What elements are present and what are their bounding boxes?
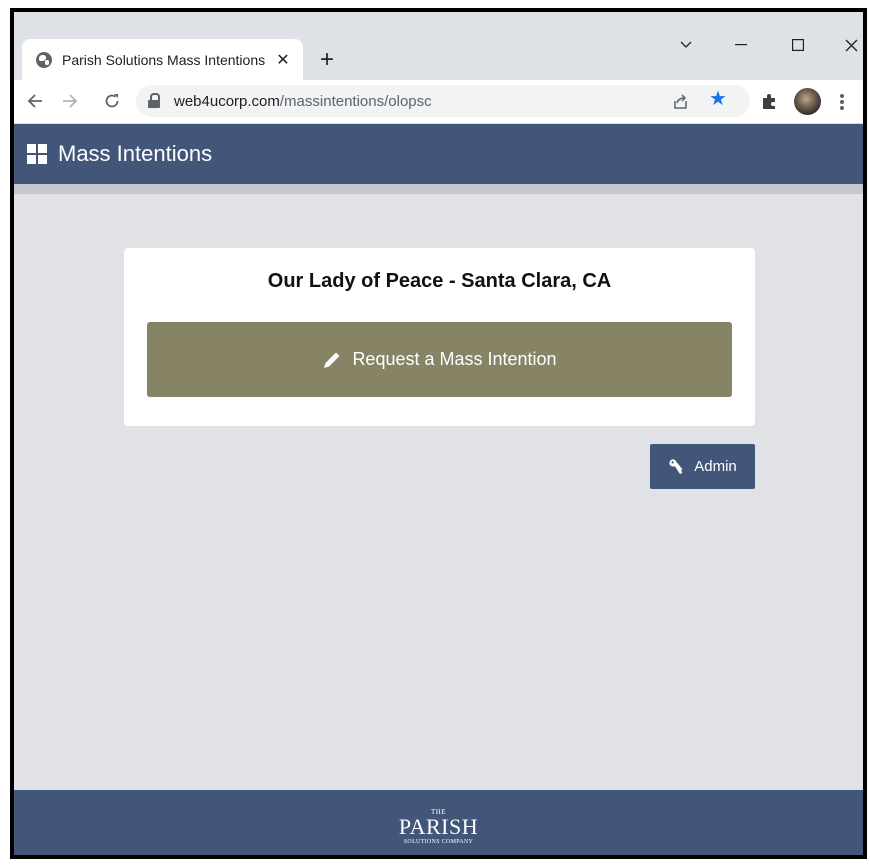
request-button-label: Request a Mass Intention <box>352 349 557 369</box>
maximize-icon[interactable] <box>778 32 818 58</box>
browser-toolbar: web4ucorp.com /massintentions/olopsc ★ <box>14 80 863 124</box>
forward-arrow-icon[interactable] <box>55 86 85 116</box>
plus-icon[interactable]: + <box>313 46 341 74</box>
close-icon[interactable]: ✕ <box>271 48 295 72</box>
request-mass-intention-button[interactable]: Request a Mass Intention <box>147 322 732 397</box>
key-icon <box>669 458 683 474</box>
parish-solutions-logo: THE PARISH SOLUTIONS COMPANY <box>398 808 479 845</box>
tab-strip: Parish Solutions Mass Intentions ✕ + <box>14 12 863 80</box>
app-header: Mass Intentions <box>14 124 863 184</box>
tab-title: Parish Solutions Mass Intentions <box>62 51 266 68</box>
address-bar[interactable]: web4ucorp.com /massintentions/olopsc <box>136 85 750 117</box>
url-host: web4ucorp.com <box>174 92 280 110</box>
globe-icon <box>36 51 52 68</box>
pencil-icon <box>324 352 340 368</box>
lock-icon[interactable] <box>148 93 162 109</box>
window-close-icon[interactable] <box>831 32 863 58</box>
logo-company: SOLUTIONS COMPANY <box>403 838 474 845</box>
admin-button-label: Admin <box>694 458 737 475</box>
footer: THE PARISH SOLUTIONS COMPANY <box>14 790 863 855</box>
admin-button[interactable]: Admin <box>650 444 755 489</box>
browser-window: Parish Solutions Mass Intentions ✕ + web… <box>10 8 867 859</box>
parish-card: Our Lady of Peace - Santa Clara, CA Requ… <box>124 248 755 426</box>
tab-mass-intentions[interactable]: Parish Solutions Mass Intentions ✕ <box>22 39 303 80</box>
url-path: /massintentions/olopsc <box>279 92 432 110</box>
star-icon[interactable]: ★ <box>709 89 727 109</box>
grid-icon <box>27 144 47 164</box>
share-icon[interactable] <box>671 92 691 112</box>
web-page: Mass Intentions Our Lady of Peace - Sant… <box>14 124 863 855</box>
minimize-icon[interactable] <box>721 32 761 58</box>
avatar[interactable] <box>794 88 821 115</box>
parish-name: Our Lady of Peace - Santa Clara, CA <box>267 270 612 292</box>
chevron-down-icon[interactable] <box>666 32 706 58</box>
extensions-icon[interactable] <box>760 91 780 111</box>
header-shadow <box>14 184 863 194</box>
kebab-menu-icon[interactable] <box>836 92 848 112</box>
back-arrow-icon[interactable] <box>20 86 50 116</box>
reload-icon[interactable] <box>97 86 127 116</box>
logo-name: PARISH <box>398 813 479 839</box>
page-title: Mass Intentions <box>58 141 213 166</box>
